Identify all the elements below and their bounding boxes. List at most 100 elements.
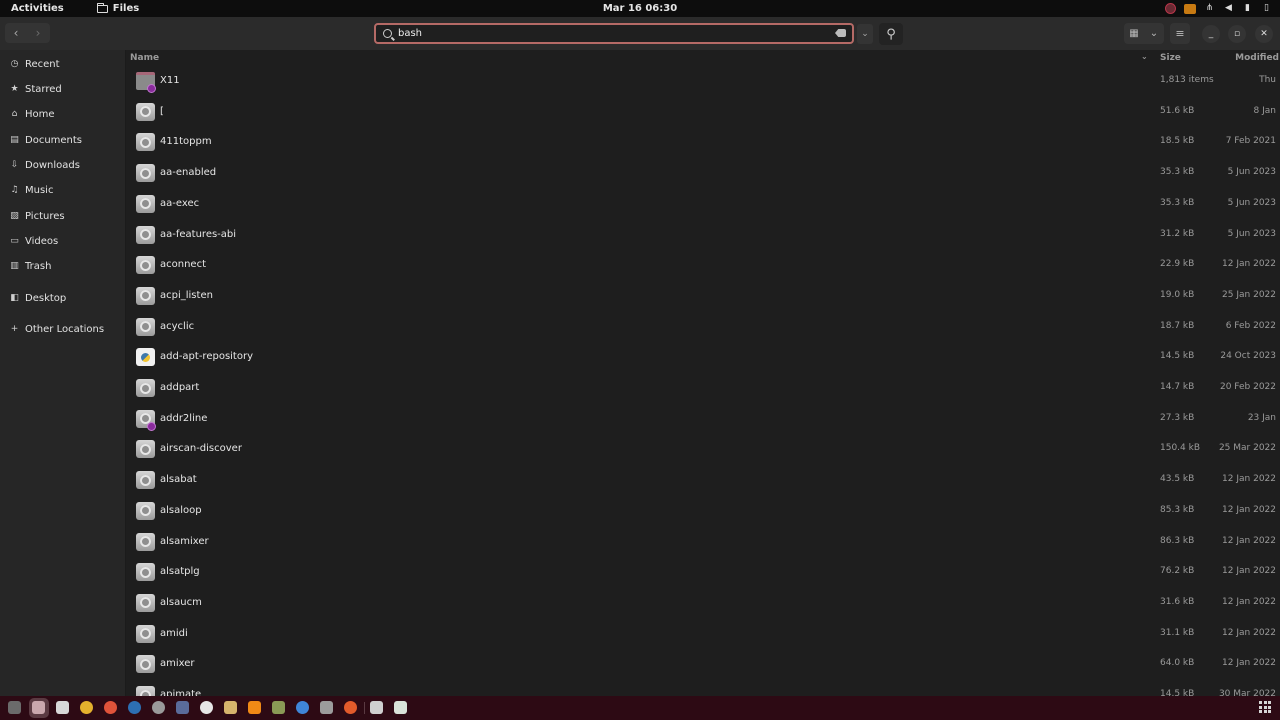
sidebar-item-home[interactable]: ⌂ Home	[0, 103, 126, 125]
executable-icon	[136, 440, 155, 459]
close-button[interactable]: ✕	[1255, 25, 1273, 43]
text-editor-icon[interactable]	[56, 701, 69, 714]
executable-icon	[136, 225, 155, 244]
folder-icon	[96, 2, 108, 13]
file-modified: 12 Jan 2022	[1222, 658, 1276, 669]
sidebar-item-trash[interactable]: ▥ Trash	[0, 255, 126, 277]
column-name[interactable]: Name	[130, 53, 159, 63]
search-input[interactable]	[398, 28, 818, 39]
file-modified: 12 Jan 2022	[1222, 627, 1276, 638]
sidebar-item-label: Downloads	[25, 159, 80, 171]
navigation-buttons: ‹ ›	[5, 23, 50, 43]
app-menu[interactable]: Files	[96, 2, 140, 14]
file-row[interactable]: addr2line 27.3 kB 23 Jan	[127, 404, 1280, 435]
files-app-icon[interactable]	[32, 701, 45, 714]
sidebar-item-recent[interactable]: ◷ Recent	[0, 53, 126, 75]
file-row[interactable]: aa-enabled 35.3 kB 5 Jun 2023	[127, 158, 1280, 189]
archive-icon[interactable]	[224, 701, 237, 714]
sidebar-item-music[interactable]: ♫ Music	[0, 179, 126, 201]
sort-chevron-icon[interactable]: ⌄	[1141, 52, 1148, 61]
firefox-icon[interactable]	[104, 701, 117, 714]
battery-icon[interactable]: ▯	[1261, 3, 1272, 14]
sidebar-item-starred[interactable]: ★ Starred	[0, 78, 126, 100]
volume-icon[interactable]: ◀	[1223, 3, 1234, 14]
file-size: 31.1 kB	[1160, 627, 1195, 638]
show-desktop-icon[interactable]	[8, 701, 21, 714]
file-row[interactable]: X11 1,813 items Thu	[127, 66, 1280, 97]
sidebar-item-other-locations[interactable]: + Other Locations	[0, 318, 126, 340]
microphone-icon[interactable]: ▮	[1242, 3, 1253, 14]
screen-recorder-icon[interactable]	[1165, 3, 1176, 14]
grid-view-button[interactable]: ▦	[1124, 28, 1144, 39]
desktop-icon: ◧	[10, 293, 19, 303]
system-tray[interactable]: ⋔ ◀ ▮ ▯	[1165, 0, 1272, 17]
file-row[interactable]: airscan-discover 150.4 kB 25 Mar 2022	[127, 434, 1280, 465]
file-size: 14.7 kB	[1160, 382, 1195, 392]
file-row[interactable]: acyclic 18.7 kB 6 Feb 2022	[127, 312, 1280, 343]
clear-search-icon[interactable]	[835, 29, 846, 37]
file-row[interactable]: alsamixer 86.3 kB 12 Jan 2022	[127, 527, 1280, 558]
minimize-button[interactable]: _	[1202, 25, 1220, 43]
main-menu-button[interactable]: ≡	[1170, 23, 1190, 44]
search-field[interactable]	[374, 23, 854, 44]
browser-icon[interactable]	[296, 701, 309, 714]
file-row[interactable]: aconnect 22.9 kB 12 Jan 2022	[127, 250, 1280, 281]
notification-app-icon[interactable]	[1184, 3, 1196, 14]
image-viewer-icon[interactable]	[272, 701, 285, 714]
column-size[interactable]: Size	[1160, 53, 1181, 63]
app-name: Files	[112, 3, 140, 14]
file-row[interactable]: 411toppm 18.5 kB 7 Feb 2021	[127, 127, 1280, 158]
column-modified[interactable]: Modified	[1235, 53, 1279, 63]
file-row[interactable]: alsatplg 76.2 kB 12 Jan 2022	[127, 557, 1280, 588]
file-row[interactable]: apimate 14.5 kB 30 Mar 2022	[127, 680, 1280, 696]
clock[interactable]: Mar 16 06:30	[0, 3, 1280, 14]
activities-button[interactable]: Activities	[11, 3, 64, 14]
steam-icon[interactable]	[128, 701, 141, 714]
file-row[interactable]: amidi 31.1 kB 12 Jan 2022	[127, 619, 1280, 650]
executable-icon	[136, 194, 155, 213]
file-row[interactable]: aa-features-abi 31.2 kB 5 Jun 2023	[127, 220, 1280, 251]
file-size: 18.5 kB	[1160, 136, 1195, 147]
top-bar: Activities Files Mar 16 06:30 ⋔ ◀ ▮ ▯	[0, 0, 1280, 17]
sidebar-item-downloads[interactable]: ⇩ Downloads	[0, 154, 126, 176]
file-modified: 12 Jan 2022	[1222, 596, 1276, 607]
file-row[interactable]: [51.6 kB 8 Jan	[127, 97, 1280, 128]
file-row[interactable]: aa-exec 35.3 kB 5 Jun 2023	[127, 189, 1280, 220]
terminal-icon[interactable]	[320, 701, 333, 714]
game-icon[interactable]	[344, 701, 357, 714]
back-button[interactable]: ‹	[5, 23, 27, 43]
python-script-icon	[136, 348, 155, 367]
file-row[interactable]: add-apt-repository 14.5 kB 24 Oct 2023	[127, 342, 1280, 373]
view-options-dropdown[interactable]: ⌄	[1144, 28, 1164, 39]
file-name: X11	[160, 75, 180, 86]
download-icon: ⇩	[10, 160, 19, 170]
app-launcher-icon[interactable]	[176, 701, 189, 714]
document-app-icon[interactable]	[370, 701, 383, 714]
obs-icon[interactable]	[152, 701, 165, 714]
network-icon[interactable]: ⋔	[1204, 3, 1215, 14]
file-row[interactable]: acpi_listen 19.0 kB 25 Jan 2022	[127, 281, 1280, 312]
file-row[interactable]: alsaloop 85.3 kB 12 Jan 2022	[127, 496, 1280, 527]
file-row[interactable]: alsabat 43.5 kB 12 Jan 2022	[127, 465, 1280, 496]
file-row[interactable]: amixer 64.0 kB 12 Jan 2022	[127, 649, 1280, 680]
file-name: add-apt-repository	[160, 351, 254, 363]
sidebar-item-pictures[interactable]: ▨ Pictures	[0, 205, 126, 227]
search-dropdown-button[interactable]: ⌄	[857, 24, 873, 44]
vlc-icon[interactable]	[248, 701, 261, 714]
show-apps-icon[interactable]	[1259, 701, 1271, 713]
sidebar-item-documents[interactable]: ▤ Documents	[0, 129, 126, 151]
file-list[interactable]: Name ⌄ Size Modified X11 1,813 items Thu [5…	[127, 50, 1280, 696]
spreadsheet-app-icon[interactable]	[394, 701, 407, 714]
star-icon: ★	[10, 84, 19, 94]
sidebar-item-desktop[interactable]: ◧ Desktop	[0, 287, 126, 309]
executable-icon	[136, 655, 155, 674]
search-options-button[interactable]: ⚲	[879, 23, 903, 45]
sidebar-item-videos[interactable]: ▭ Videos	[0, 230, 126, 252]
file-name: airscan-discover	[160, 443, 242, 455]
file-row[interactable]: addpart 14.7 kB 20 Feb 2022	[127, 373, 1280, 404]
chrome-icon[interactable]	[80, 701, 93, 714]
maximize-button[interactable]: ▫	[1228, 25, 1246, 43]
forward-button[interactable]: ›	[27, 23, 49, 43]
file-row[interactable]: alsaucm 31.6 kB 12 Jan 2022	[127, 588, 1280, 619]
settings-app-icon[interactable]	[200, 701, 213, 714]
